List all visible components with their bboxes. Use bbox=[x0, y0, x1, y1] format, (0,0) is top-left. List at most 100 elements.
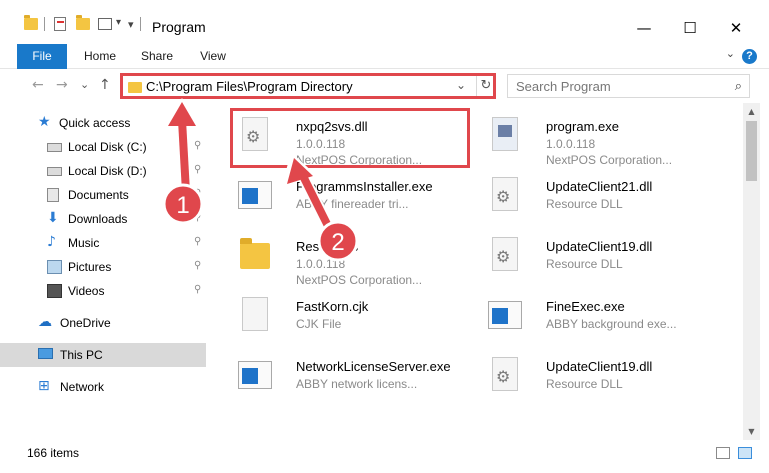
file-detail: ABBY network licens... bbox=[296, 377, 418, 391]
address-path[interactable]: C:\Program Files\Program Directory bbox=[146, 79, 353, 94]
music-icon: ♪ bbox=[47, 234, 56, 250]
tab-view[interactable]: View bbox=[193, 44, 233, 69]
close-button[interactable]: ✕ bbox=[713, 14, 759, 42]
sidebar-item-downloads[interactable]: ⬇ Downloads ⚲ bbox=[0, 207, 206, 231]
large-icons-view-button[interactable] bbox=[738, 447, 752, 459]
pin-icon[interactable]: ⚲ bbox=[194, 140, 201, 151]
file-item[interactable]: FastKorn.cjk CJK File bbox=[216, 287, 466, 349]
tab-file[interactable]: File bbox=[17, 44, 67, 69]
pin-icon[interactable]: ⚲ bbox=[194, 260, 201, 271]
app-window-icon bbox=[238, 357, 272, 399]
sidebar-item-network[interactable]: ⊞ Network bbox=[0, 375, 206, 399]
file-item[interactable]: ⚙ UpdateClient21.dll Resource DLL bbox=[466, 167, 716, 229]
pin-icon[interactable]: ⚲ bbox=[194, 188, 201, 199]
file-item[interactable]: ⚙ UpdateClient19.dll Resource DLL bbox=[466, 347, 716, 409]
back-button[interactable]: ← bbox=[32, 77, 44, 93]
folder-icon bbox=[128, 82, 142, 93]
star-icon: ★ bbox=[38, 114, 51, 130]
folder-icon bbox=[24, 15, 38, 30]
sidebar-item-label: Local Disk (C:) bbox=[68, 140, 147, 154]
file-name: FastKorn.cjk bbox=[296, 299, 369, 314]
scroll-down-button[interactable]: ▼ bbox=[743, 423, 760, 440]
address-dropdown-icon[interactable]: ⌄ bbox=[456, 78, 466, 92]
refresh-button[interactable]: ↻ bbox=[476, 74, 495, 98]
drive-icon bbox=[47, 143, 62, 152]
sidebar-item-label: Pictures bbox=[68, 260, 112, 274]
scroll-thumb[interactable] bbox=[746, 121, 757, 181]
file-name: UpdateClient19.dll bbox=[546, 239, 653, 254]
chevron-down-icon[interactable]: ▾ bbox=[116, 17, 121, 28]
file-list: ⚙ nxpq2svs.dll 1.0.0.118 NextPOS Corporatio… bbox=[212, 103, 743, 433]
sidebar-item-label: Network bbox=[60, 380, 105, 394]
network-icon: ⊞ bbox=[38, 378, 50, 394]
sidebar-item-label: Local Disk (D:) bbox=[68, 164, 147, 178]
file-item[interactable]: ⚙ nxpq2svs.dll 1.0.0.118 NextPOS Corporatio… bbox=[216, 107, 466, 169]
sidebar-item-videos[interactable]: Videos ⚲ bbox=[0, 279, 206, 303]
vertical-scrollbar[interactable]: ▲ ▼ bbox=[743, 103, 760, 440]
file-item[interactable]: program.exe 1.0.0.118 NextPOS Corporation.… bbox=[466, 107, 716, 169]
sidebar-item-pictures[interactable]: Pictures ⚲ bbox=[0, 255, 206, 279]
sidebar-item-music[interactable]: ♪ Music ⚲ bbox=[0, 231, 206, 255]
file-name: ProgrammsInstaller.exe bbox=[296, 179, 433, 194]
computer-icon bbox=[38, 348, 53, 359]
documents-icon bbox=[47, 188, 59, 202]
search-input[interactable]: Search Program ⌕ bbox=[507, 74, 750, 98]
new-folder-icon[interactable] bbox=[76, 15, 90, 30]
drive-icon bbox=[47, 167, 62, 176]
file-name: nxpq2svs.dll bbox=[296, 119, 368, 134]
pin-icon[interactable]: ⚲ bbox=[194, 236, 201, 247]
file-detail: Resource DLL bbox=[546, 377, 623, 391]
file-name: NetworkLicenseServer.exe bbox=[296, 359, 451, 374]
help-button[interactable]: ? bbox=[742, 49, 757, 64]
file-detail: 1.0.0.118 bbox=[546, 137, 596, 151]
dll-file-icon: ⚙ bbox=[488, 357, 522, 399]
file-detail: 1.0.0.118 bbox=[296, 257, 346, 271]
sidebar-item-label: Quick access bbox=[59, 116, 131, 130]
divider bbox=[44, 17, 45, 31]
file-name: UpdateClient21.dll bbox=[546, 179, 653, 194]
tab-share[interactable]: Share bbox=[136, 44, 178, 69]
sidebar-item-local-disk-d[interactable]: Local Disk (D:) ⚲ bbox=[0, 159, 206, 183]
file-publisher: NextPOS Corporation... bbox=[546, 153, 673, 167]
file-item[interactable]: ⚙ UpdateClient19.dll Resource DLL bbox=[466, 227, 716, 289]
tab-home[interactable]: Home bbox=[79, 44, 121, 69]
details-view-button[interactable] bbox=[716, 447, 730, 459]
file-publisher: NextPOS Corporation... bbox=[296, 153, 423, 167]
pin-icon[interactable]: ⚲ bbox=[194, 284, 201, 295]
sidebar-item-label: Videos bbox=[68, 284, 105, 298]
sidebar-item-this-pc[interactable]: This PC bbox=[0, 343, 206, 367]
file-detail: 1.0.0.118 bbox=[296, 137, 346, 151]
status-bar: 166 items bbox=[0, 440, 769, 473]
dll-file-icon: ⚙ bbox=[238, 117, 272, 159]
expand-ribbon-icon[interactable]: ⌄ bbox=[726, 47, 735, 60]
minimize-button[interactable]: — bbox=[621, 14, 667, 42]
up-button[interactable]: ↑ bbox=[99, 77, 111, 93]
scroll-up-button[interactable]: ▲ bbox=[743, 103, 760, 120]
file-item[interactable]: Resources 1.0.0.118 NextPOS Corporation... bbox=[216, 227, 466, 289]
customize-icon[interactable] bbox=[98, 18, 112, 30]
downloads-icon: ⬇ bbox=[47, 210, 59, 226]
search-icon[interactable]: ⌕ bbox=[735, 79, 742, 94]
properties-icon[interactable] bbox=[54, 17, 66, 31]
sidebar-item-onedrive[interactable]: ☁ OneDrive bbox=[0, 311, 206, 335]
maximize-button[interactable]: ☐ bbox=[667, 14, 713, 42]
file-detail: Resource DLL bbox=[546, 257, 623, 271]
file-item[interactable]: ProgrammsInstaller.exe ABBY finereader tr… bbox=[216, 167, 466, 229]
sidebar-item-quick-access[interactable]: ★ Quick access bbox=[0, 111, 206, 135]
sidebar-item-documents[interactable]: Documents ⚲ bbox=[0, 183, 206, 207]
qat-dropdown-icon[interactable]: ▾ bbox=[128, 18, 134, 31]
app-window-icon bbox=[238, 177, 272, 219]
sidebar-item-label: This PC bbox=[60, 348, 103, 362]
pin-icon[interactable]: ⚲ bbox=[194, 164, 201, 175]
folder-icon bbox=[238, 237, 272, 279]
item-count: 166 items bbox=[27, 446, 80, 460]
sidebar-item-local-disk-c[interactable]: Local Disk (C:) ⚲ bbox=[0, 135, 206, 159]
forward-button[interactable]: → bbox=[56, 77, 68, 93]
sidebar-item-label: Music bbox=[68, 236, 100, 250]
file-item[interactable]: FineExec.exe ABBY background exe... bbox=[466, 287, 716, 349]
pin-icon[interactable]: ⚲ bbox=[194, 212, 201, 223]
file-publisher: NextPOS Corporation... bbox=[296, 273, 423, 287]
file-item[interactable]: NetworkLicenseServer.exe ABBY network lic… bbox=[216, 347, 466, 409]
address-bar[interactable]: C:\Program Files\Program Directory ⌄ ↻ bbox=[120, 73, 496, 99]
recent-locations-button[interactable]: ⌄ bbox=[80, 78, 89, 91]
